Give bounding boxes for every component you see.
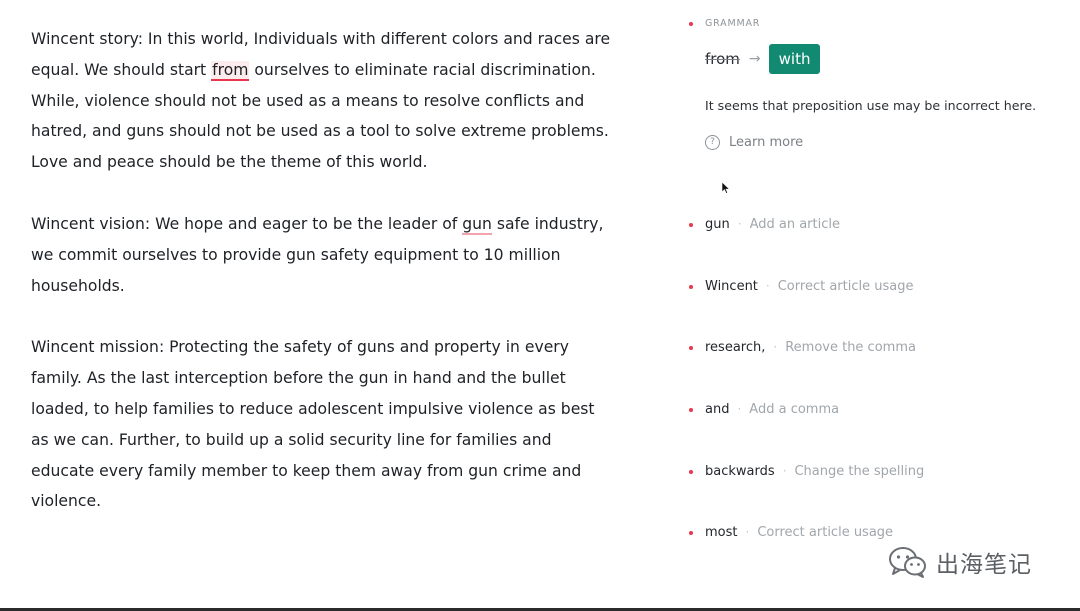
separator-dot: ·: [782, 464, 787, 478]
suggestion-description: Change the spelling: [794, 464, 925, 479]
suggestion-word: Wincent: [705, 279, 758, 294]
suggestion-item[interactable]: gun · Add an article: [686, 215, 1066, 235]
suggestion-category: GRAMMAR: [705, 18, 761, 29]
alert-dot: [689, 285, 693, 289]
suggestion-item[interactable]: Wincent · Correct article usage: [686, 277, 1066, 297]
suggestion-word: and: [705, 402, 730, 417]
app-frame: Wincent story: In this world, Individual…: [0, 0, 1080, 611]
learn-more-label: Learn more: [729, 135, 804, 150]
suggestion-description: Correct article usage: [777, 279, 914, 294]
suggestion-word: backwards: [705, 464, 775, 479]
separator-dot: ·: [745, 525, 750, 539]
alert-dot: [689, 470, 693, 474]
flagged-word-from[interactable]: from: [211, 60, 250, 81]
separator-dot: ·: [737, 402, 742, 416]
wechat-icon: [889, 547, 926, 578]
suggestions-panel: GRAMMAR from → with It seems that prepos…: [686, 0, 1080, 608]
suggestion-word: most: [705, 525, 738, 540]
separator-dot: ·: [737, 217, 742, 231]
mouse-cursor-icon: [721, 182, 731, 194]
suggestion-word: gun: [705, 217, 730, 232]
suggestion-item[interactable]: backwards · Change the spelling: [686, 462, 1066, 482]
paragraph-story: Wincent story: In this world, Individual…: [31, 24, 611, 178]
suggestion-word: research,: [705, 340, 766, 355]
paragraph-mission: Wincent mission: Protecting the safety o…: [31, 338, 595, 511]
suggestion-item[interactable]: research, · Remove the comma: [686, 338, 1066, 358]
separator-dot: ·: [773, 340, 778, 354]
suggestion-item[interactable]: most · Correct article usage: [686, 523, 1066, 543]
replacement-row: from → with: [705, 44, 821, 74]
suggestion-description: Correct article usage: [757, 525, 894, 540]
watermark: 出海笔记: [888, 545, 1032, 579]
suggestion-item[interactable]: and · Add a comma: [686, 400, 1066, 420]
alert-dot: [689, 223, 693, 227]
suggestion-explanation: It seems that preposition use may be inc…: [705, 98, 1037, 113]
separator-dot: ·: [765, 279, 770, 293]
suggestion-description: Add an article: [749, 217, 840, 232]
alert-dot: [689, 22, 693, 26]
alert-dot: [689, 531, 693, 535]
suggestion-description: Remove the comma: [785, 340, 916, 355]
alert-dot: [689, 408, 693, 412]
alert-dot: [689, 346, 693, 350]
vision-text-before: Wincent vision: We hope and eager to be …: [31, 214, 463, 233]
flagged-word-gun[interactable]: gun: [462, 214, 492, 235]
accept-suggestion-button[interactable]: with: [768, 44, 821, 74]
learn-more-link[interactable]: ? Learn more: [705, 135, 803, 150]
question-circle-icon: ?: [705, 135, 720, 150]
arrow-right-icon: →: [748, 51, 761, 67]
document-editor[interactable]: Wincent story: In this world, Individual…: [31, 24, 611, 548]
original-word: from: [705, 50, 740, 68]
suggestion-description: Add a comma: [749, 402, 840, 417]
watermark-text: 出海笔记: [936, 552, 1032, 578]
paragraph-vision: Wincent vision: We hope and eager to be …: [31, 209, 611, 301]
